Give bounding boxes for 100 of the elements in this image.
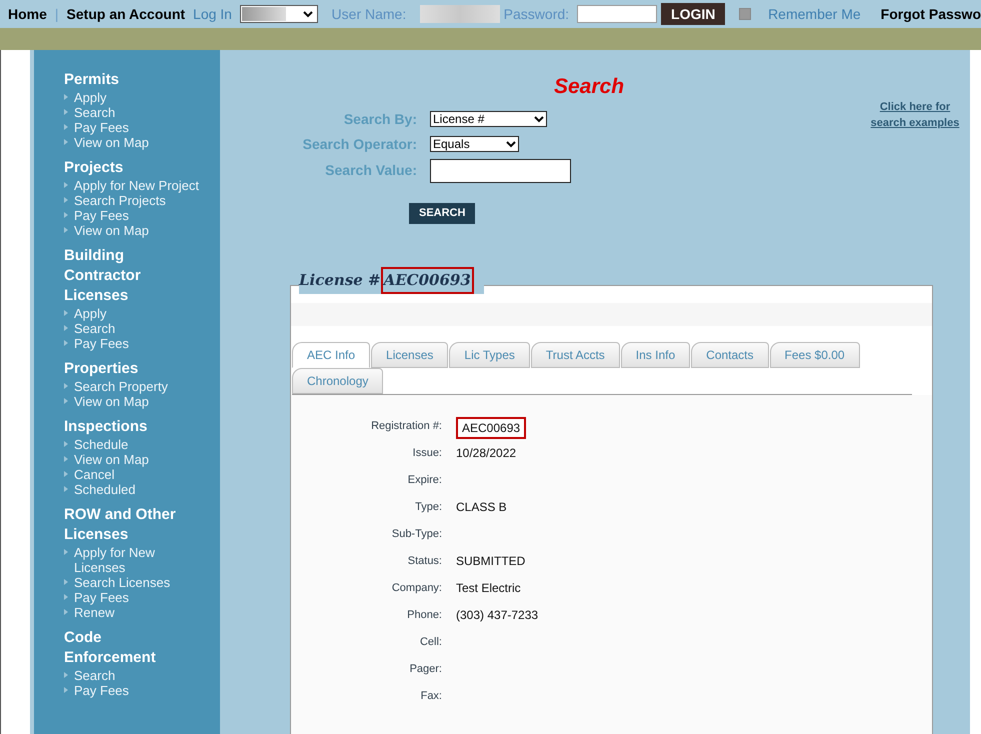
sidebar-link[interactable]: View on Map (74, 394, 204, 409)
bullet-icon (64, 579, 68, 585)
license-title: License # (299, 270, 381, 291)
detail-label: Cell: (418, 635, 442, 650)
sidebar-link[interactable]: Pay Fees (74, 208, 204, 223)
search-examples-link[interactable]: Click here for search examples (868, 99, 962, 131)
sidebar-link[interactable]: Pay Fees (74, 336, 204, 351)
setup-account-link[interactable]: Setup an Account (66, 4, 186, 24)
bullet-icon (64, 325, 68, 331)
home-link[interactable]: Home (8, 4, 47, 24)
sidebar-link[interactable]: Search (74, 668, 204, 683)
sidebar-link[interactable]: Schedule (74, 437, 204, 452)
highlighted-detail-value: AEC00693 (456, 417, 526, 439)
bullet-icon (64, 609, 68, 615)
detail-value: CLASS B (456, 499, 507, 516)
forgot-password-link[interactable]: Forgot Passwo (880, 4, 981, 24)
sidebar-link[interactable]: Search Licenses (74, 575, 204, 590)
sidebar-link[interactable]: View on Map (74, 135, 204, 150)
sidebar-link[interactable]: View on Map (74, 223, 204, 238)
tab[interactable]: Trust Accts (530, 342, 620, 368)
tab[interactable]: AEC Info (292, 342, 370, 368)
sidebar-link[interactable]: Apply (74, 90, 204, 105)
bullet-icon (64, 340, 68, 346)
chevron-icon (302, 10, 313, 18)
tab[interactable]: Ins Info (620, 342, 690, 368)
detail-value: SUBMITTED (456, 553, 526, 570)
bullet-icon (64, 94, 68, 100)
password-label: Password: (504, 4, 570, 24)
detail-label: Registration #: (370, 419, 442, 434)
chevron-icon (506, 140, 516, 148)
search-select[interactable]: Equals (430, 136, 519, 152)
detail-label: Status: (406, 554, 442, 569)
bullet-icon (64, 124, 68, 130)
search-value-field[interactable] (430, 158, 571, 182)
user-name-field[interactable] (420, 5, 500, 23)
detail-label: Fax: (420, 689, 442, 704)
bullet-icon (64, 441, 68, 447)
login-type-select[interactable] (240, 5, 318, 23)
bullet-icon (64, 398, 68, 404)
blurred-value (242, 7, 286, 21)
bullet-icon (64, 310, 68, 316)
bullet-icon (64, 672, 68, 678)
bullet-icon (64, 471, 68, 477)
highlighted-license-number: AEC00693 (380, 267, 474, 294)
detail-value: 10/28/2022 (456, 445, 516, 462)
detail-label: Issue: (412, 446, 442, 461)
sidebar-heading: Permits (64, 70, 120, 90)
sidebar-heading: Properties (64, 359, 140, 379)
sidebar-heading: Projects (64, 158, 124, 178)
search-select[interactable]: License # (430, 111, 547, 127)
remember-me-label: Remember Me (768, 4, 861, 24)
login-button[interactable]: LOGIN (661, 3, 726, 25)
bullet-icon (64, 182, 68, 188)
bullet-icon (64, 139, 68, 145)
sidebar-link[interactable]: Renew (74, 605, 204, 620)
sidebar-heading: Inspections (64, 417, 148, 437)
detail-value: Test Electric (456, 580, 521, 597)
sidebar-link[interactable]: Search (74, 321, 204, 336)
tab[interactable]: Contacts (691, 342, 769, 368)
field-label: Search Value: (324, 161, 417, 180)
sidebar-link[interactable]: Scheduled (74, 482, 204, 497)
detail-label: Expire: (406, 473, 442, 488)
sidebar-link[interactable]: View on Map (74, 452, 204, 467)
user-name-label: User Name: (332, 4, 406, 24)
sidebar-link[interactable]: Pay Fees (74, 120, 204, 135)
bullet-icon (64, 197, 68, 203)
login-type-label: Log In (193, 4, 232, 24)
tab[interactable]: Lic Types (449, 342, 530, 368)
sidebar-link[interactable]: Search Projects (74, 193, 204, 208)
bullet-icon (64, 383, 68, 389)
field-label: Search By: (342, 110, 417, 129)
bullet-icon (64, 227, 68, 233)
remember-checkbox[interactable] (739, 8, 752, 20)
tab[interactable]: Licenses (371, 342, 448, 368)
search-button[interactable]: SEARCH (409, 202, 476, 224)
sidebar-link[interactable]: Search (74, 105, 204, 120)
tab[interactable]: Fees $0.00 (770, 342, 860, 368)
sidebar-heading: Building Contractor Licenses (64, 246, 142, 306)
bullet-icon (64, 109, 68, 115)
sidebar-link[interactable]: Apply (74, 306, 204, 321)
bullet-icon (64, 486, 68, 492)
bullet-icon (64, 549, 68, 555)
bullet-icon (64, 212, 68, 218)
sidebar-link[interactable]: Apply for New Licenses (74, 545, 204, 575)
sidebar-link[interactable]: Apply for New Project (74, 178, 204, 193)
tab[interactable]: Chronology (292, 368, 384, 394)
sidebar-link[interactable]: Cancel (74, 467, 204, 482)
sidebar-link[interactable]: Search Property (74, 379, 204, 394)
chevron-icon (534, 116, 544, 122)
detail-label: Sub-Type: (390, 527, 442, 542)
password-field[interactable] (577, 5, 658, 23)
bullet-icon (64, 687, 68, 693)
detail-label: Pager: (408, 662, 442, 677)
detail-label: Company: (390, 581, 442, 596)
sidebar-heading: ROW and Other Licenses (64, 505, 177, 545)
sidebar-link[interactable]: Pay Fees (74, 590, 204, 605)
search-title: Search (554, 74, 624, 100)
sidebar-link[interactable]: Pay Fees (74, 683, 204, 698)
detail-label: Type: (414, 500, 442, 515)
sidebar-heading: Code Enforcement (64, 628, 157, 668)
